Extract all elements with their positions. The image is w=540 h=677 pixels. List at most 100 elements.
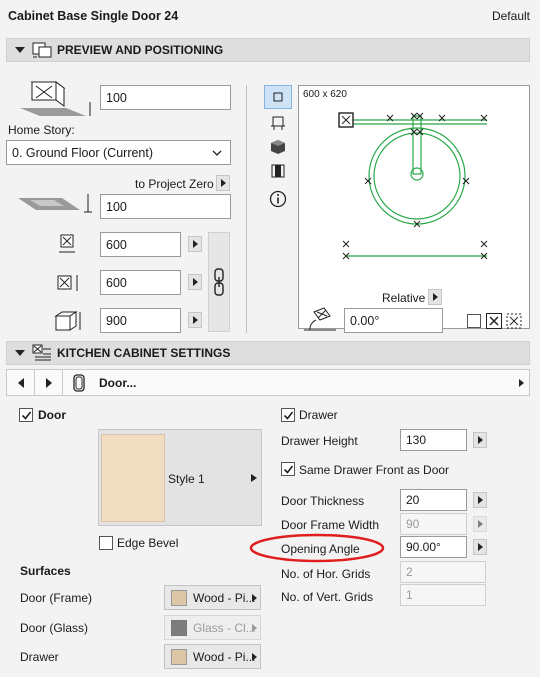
rotation-angle-field[interactable]: 0.00° (344, 308, 443, 333)
drawer-height-field[interactable]: 130 (400, 429, 467, 451)
elevation-field[interactable]: 100 (100, 194, 231, 219)
view-3d-button[interactable] (266, 136, 290, 158)
mirror-checkbox[interactable] (467, 314, 481, 328)
elevation-value: 100 (106, 199, 127, 214)
surface-drawer-value: Wood - Pi... (193, 649, 256, 664)
surface-door-glass-label: Door (Glass) (20, 621, 89, 635)
depth-arrow-button[interactable] (188, 274, 202, 290)
preview-positioning-icon (32, 42, 52, 58)
height-value: 900 (106, 313, 127, 328)
surfaces-heading: Surfaces (20, 564, 71, 578)
door-frame-width-field: 90 (400, 513, 467, 535)
style-arrow-icon (251, 474, 257, 482)
opening-angle-label: Opening Angle (281, 542, 360, 556)
previous-page-button[interactable] (7, 370, 35, 395)
info-button[interactable] (266, 188, 290, 210)
home-story-value: 0. Ground Floor (Current) (12, 145, 154, 160)
same-drawer-front-checkbox[interactable] (281, 462, 295, 476)
view-section-button[interactable] (266, 160, 290, 182)
arrow-right-icon (45, 377, 52, 388)
page-dropdown-label[interactable]: Door... (99, 376, 136, 390)
surface-door-frame-value: Wood - Pi... (193, 590, 256, 605)
depth-icon (56, 272, 82, 294)
to-project-zero-label: to Project Zero (135, 177, 214, 191)
opening-angle-arrow-button[interactable] (473, 539, 487, 555)
depth-field[interactable]: 600 (100, 270, 181, 295)
height-icon (52, 308, 84, 334)
window-title: Cabinet Base Single Door 24 (8, 9, 179, 23)
page-navigator: Door... (6, 369, 530, 396)
surface-drawer-button[interactable]: Wood - Pi... (164, 644, 261, 669)
top-offset-value: 100 (106, 90, 127, 105)
door-frame-width-arrow-button (473, 516, 487, 532)
chain-link-toggle[interactable] (208, 232, 230, 332)
door-thickness-field[interactable]: 20 (400, 489, 467, 511)
home-story-select[interactable]: 0. Ground Floor (Current) (6, 140, 231, 165)
view-2d-button[interactable] (264, 85, 292, 109)
edge-bevel-checkbox[interactable] (99, 536, 113, 550)
door-style-label: Style 1 (168, 472, 205, 486)
door-thickness-arrow-button[interactable] (473, 492, 487, 508)
surface-door-glass-value: Glass - Cl... (193, 620, 256, 635)
top-offset-icon (16, 72, 96, 118)
relative-arrow-button[interactable] (428, 289, 442, 305)
vert-grids-value: 1 (406, 588, 413, 602)
same-drawer-front-label: Same Drawer Front as Door (299, 463, 450, 477)
drawer-label: Drawer (299, 408, 338, 422)
page-dropdown-arrow-icon[interactable] (517, 377, 525, 389)
drawer-height-arrow-button[interactable] (473, 432, 487, 448)
collapse-triangle-icon[interactable] (15, 350, 25, 356)
checkmark-icon (283, 411, 293, 420)
home-story-label: Home Story: (8, 123, 75, 137)
next-page-button[interactable] (35, 370, 63, 395)
mirror-dashed-button[interactable] (506, 313, 522, 329)
top-offset-field[interactable]: 100 (100, 85, 231, 110)
height-field[interactable]: 900 (100, 308, 181, 333)
square-icon (273, 92, 283, 102)
height-arrow-button[interactable] (188, 312, 202, 328)
surface-door-frame-label: Door (Frame) (20, 591, 93, 605)
mirror-dashed-icon (506, 313, 522, 329)
project-zero-arrow-button[interactable] (216, 175, 230, 191)
width-arrow-button[interactable] (188, 236, 202, 252)
surface-drawer-label: Drawer (20, 650, 59, 664)
surface-arrow-icon (252, 594, 257, 602)
elevation-icon (14, 190, 94, 220)
view-side-button[interactable] (266, 112, 290, 134)
default-label[interactable]: Default (492, 9, 530, 23)
opening-angle-field[interactable]: 90.00° (400, 536, 467, 558)
mirror-x-icon (489, 316, 499, 326)
width-value: 600 (106, 237, 127, 252)
section-preview-positioning-label: PREVIEW AND POSITIONING (57, 43, 224, 57)
door-page-icon (65, 370, 93, 395)
door-style-selector[interactable]: Style 1 (98, 429, 262, 526)
hor-grids-value: 2 (406, 565, 413, 579)
surface-arrow-icon (252, 624, 257, 632)
chevron-down-icon (212, 150, 222, 156)
kitchen-cabinet-settings-icon (32, 344, 51, 361)
section-kitchen-cabinet-settings-label: KITCHEN CABINET SETTINGS (57, 346, 231, 360)
door-label: Door (38, 408, 66, 422)
door-checkbox[interactable] (19, 408, 33, 422)
section-preview-positioning[interactable]: PREVIEW AND POSITIONING (6, 38, 530, 62)
collapse-triangle-icon[interactable] (15, 47, 25, 53)
surface-door-frame-button[interactable]: Wood - Pi... (164, 585, 261, 610)
glass-swatch (171, 619, 187, 636)
chain-link-icon (214, 268, 224, 296)
vert-grids-label: No. of Vert. Grids (281, 590, 374, 604)
wood-swatch (171, 648, 187, 665)
edge-bevel-label: Edge Bevel (117, 536, 179, 550)
mirror-x-button[interactable] (486, 313, 502, 329)
surface-arrow-icon (252, 653, 257, 661)
rotation-angle-value: 0.00° (350, 313, 380, 328)
door-thickness-value: 20 (406, 493, 420, 507)
checkmark-icon (283, 465, 293, 474)
width-field[interactable]: 600 (100, 232, 181, 257)
surface-door-glass-button: Glass - Cl... (164, 615, 261, 640)
section-kitchen-cabinet-settings[interactable]: KITCHEN CABINET SETTINGS (6, 341, 530, 365)
drawer-checkbox[interactable] (281, 408, 295, 422)
door-frame-width-value: 90 (406, 517, 420, 531)
cabinet-side-icon (271, 116, 285, 130)
door-style-preview (101, 434, 165, 522)
wood-swatch (171, 589, 187, 606)
